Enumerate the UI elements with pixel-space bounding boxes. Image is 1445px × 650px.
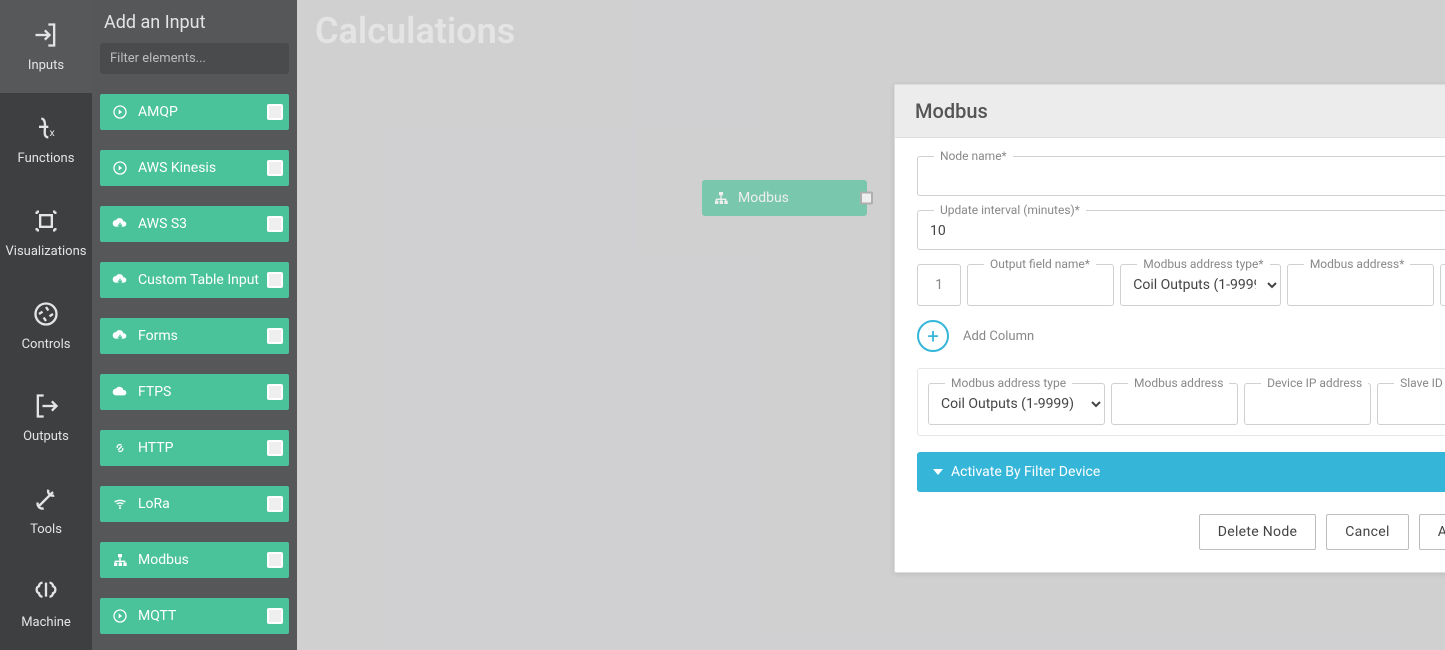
filter-input[interactable]	[100, 43, 289, 74]
input-item-label: MQTT	[138, 608, 176, 624]
functions-icon: x	[31, 113, 61, 143]
nav-machine[interactable]: Machine	[0, 557, 92, 650]
canvas[interactable]: Calculations Modbus Modbus ✕ Node name* …	[297, 0, 1445, 650]
nav-tools[interactable]: Tools	[0, 464, 92, 557]
arrow-circle-icon	[110, 606, 130, 626]
dialog-footer: Delete Node Cancel Activate Save	[895, 514, 1445, 572]
node-name-label: Node name*	[934, 149, 1013, 163]
input-item-label: Forms	[138, 328, 178, 344]
input-item-modbus[interactable]: Modbus	[100, 542, 289, 578]
cloud-icon	[110, 382, 130, 402]
activate-filter-accordion[interactable]: Activate By Filter Device	[917, 452, 1445, 492]
add-column-button[interactable]: +	[917, 320, 949, 352]
input-item-mqtt[interactable]: MQTT	[100, 598, 289, 634]
slave-wrap: Slave ID*	[1440, 264, 1445, 306]
node-name-field-wrap: Node name*	[917, 156, 1445, 196]
modbus-dialog: Modbus ✕ Node name* Update interval (min…	[894, 84, 1445, 573]
nav-label: Visualizations	[6, 244, 87, 259]
brain-icon	[31, 577, 61, 607]
input-item-amqp[interactable]: AMQP	[100, 94, 289, 130]
link-icon	[110, 438, 130, 458]
nav-label: Controls	[22, 337, 71, 352]
arrow-circle-icon	[110, 102, 130, 122]
update-interval-field-wrap: Update interval (minutes)*	[917, 210, 1445, 250]
dialog-title: Modbus	[915, 99, 988, 123]
test-slave-wrap: Slave ID	[1377, 383, 1445, 425]
nav-visualizations[interactable]: Visualizations	[0, 186, 92, 279]
nav-label: Tools	[30, 522, 62, 537]
dialog-header: Modbus ✕	[895, 85, 1445, 138]
addr-wrap: Modbus address*	[1287, 264, 1434, 306]
input-item-kinesis[interactable]: AWS Kinesis	[100, 150, 289, 186]
addr-type-select[interactable]: Coil Outputs (1-9999)	[1121, 265, 1280, 305]
test-addr-wrap: Modbus address	[1111, 383, 1238, 425]
download-icon	[110, 214, 130, 234]
nav-controls[interactable]: Controls	[0, 279, 92, 372]
outputs-icon	[31, 391, 61, 421]
nav-rail: Inputs x Functions Visualizations Contro…	[0, 0, 92, 650]
caret-down-icon	[933, 469, 943, 475]
input-item-ftps[interactable]: FTPS	[100, 374, 289, 410]
input-item-lora[interactable]: LoRa	[100, 486, 289, 522]
input-item-forms[interactable]: Forms	[100, 318, 289, 354]
accordion-label: Activate By Filter Device	[951, 464, 1100, 480]
input-item-label: Custom Table Input	[138, 272, 259, 288]
nav-label: Outputs	[23, 429, 69, 444]
sitemap-icon	[110, 550, 130, 570]
inputs-panel: Add an Input AMQP AWS Kinesis AWS S3 Cus…	[92, 0, 297, 650]
input-item-label: AWS Kinesis	[138, 160, 216, 176]
addr-type-label: Modbus address type*	[1137, 257, 1269, 271]
cancel-button[interactable]: Cancel	[1326, 514, 1408, 550]
input-item-s3[interactable]: AWS S3	[100, 206, 289, 242]
row-index: 1	[917, 264, 961, 306]
add-column-row: + Add Column	[917, 320, 1445, 352]
wifi-icon	[110, 494, 130, 514]
test-addr-type-label: Modbus address type	[945, 376, 1072, 390]
test-addr-label: Modbus address	[1128, 376, 1229, 390]
nav-label: Inputs	[28, 58, 64, 73]
test-box: Modbus address type Coil Outputs (1-9999…	[917, 368, 1445, 436]
input-item-label: Modbus	[138, 552, 189, 568]
update-interval-label: Update interval (minutes)*	[934, 203, 1086, 217]
input-item-label: AMQP	[138, 104, 178, 120]
column-row: 1 Output field name* Modbus address type…	[917, 264, 1445, 306]
nav-outputs[interactable]: Outputs	[0, 371, 92, 464]
svg-text:x: x	[50, 126, 55, 139]
visualizations-icon	[31, 206, 61, 236]
download-icon	[110, 270, 130, 290]
controls-icon	[31, 299, 61, 329]
input-item-label: HTTP	[138, 440, 173, 456]
nav-functions[interactable]: x Functions	[0, 93, 92, 186]
addr-type-wrap: Modbus address type* Coil Outputs (1-999…	[1120, 264, 1281, 306]
test-addr-type-select[interactable]: Coil Outputs (1-9999)	[929, 384, 1104, 424]
download-icon	[110, 326, 130, 346]
output-field-wrap: Output field name*	[967, 264, 1114, 306]
test-ip-wrap: Device IP address	[1244, 383, 1371, 425]
tools-icon	[31, 484, 61, 514]
input-item-label: FTPS	[138, 384, 171, 400]
output-field-label: Output field name*	[984, 257, 1096, 271]
nav-label: Functions	[18, 151, 75, 166]
test-slave-label: Slave ID	[1394, 376, 1445, 390]
activate-button[interactable]: Activate	[1419, 514, 1445, 550]
input-item-label: LoRa	[138, 496, 170, 512]
test-ip-label: Device IP address	[1261, 376, 1368, 390]
slave-input[interactable]	[1441, 265, 1445, 303]
delete-node-button[interactable]: Delete Node	[1199, 514, 1317, 550]
nav-inputs[interactable]: Inputs	[0, 0, 92, 93]
arrow-circle-icon	[110, 158, 130, 178]
inputs-icon	[31, 20, 61, 50]
test-addr-type-wrap: Modbus address type Coil Outputs (1-9999…	[928, 383, 1105, 425]
input-item-label: AWS S3	[138, 216, 187, 232]
addr-label: Modbus address*	[1304, 257, 1411, 271]
nav-label: Machine	[21, 615, 71, 630]
panel-title: Add an Input	[104, 12, 285, 33]
add-column-label: Add Column	[963, 329, 1034, 344]
input-item-http[interactable]: HTTP	[100, 430, 289, 466]
input-item-custom-table[interactable]: Custom Table Input	[100, 262, 289, 298]
